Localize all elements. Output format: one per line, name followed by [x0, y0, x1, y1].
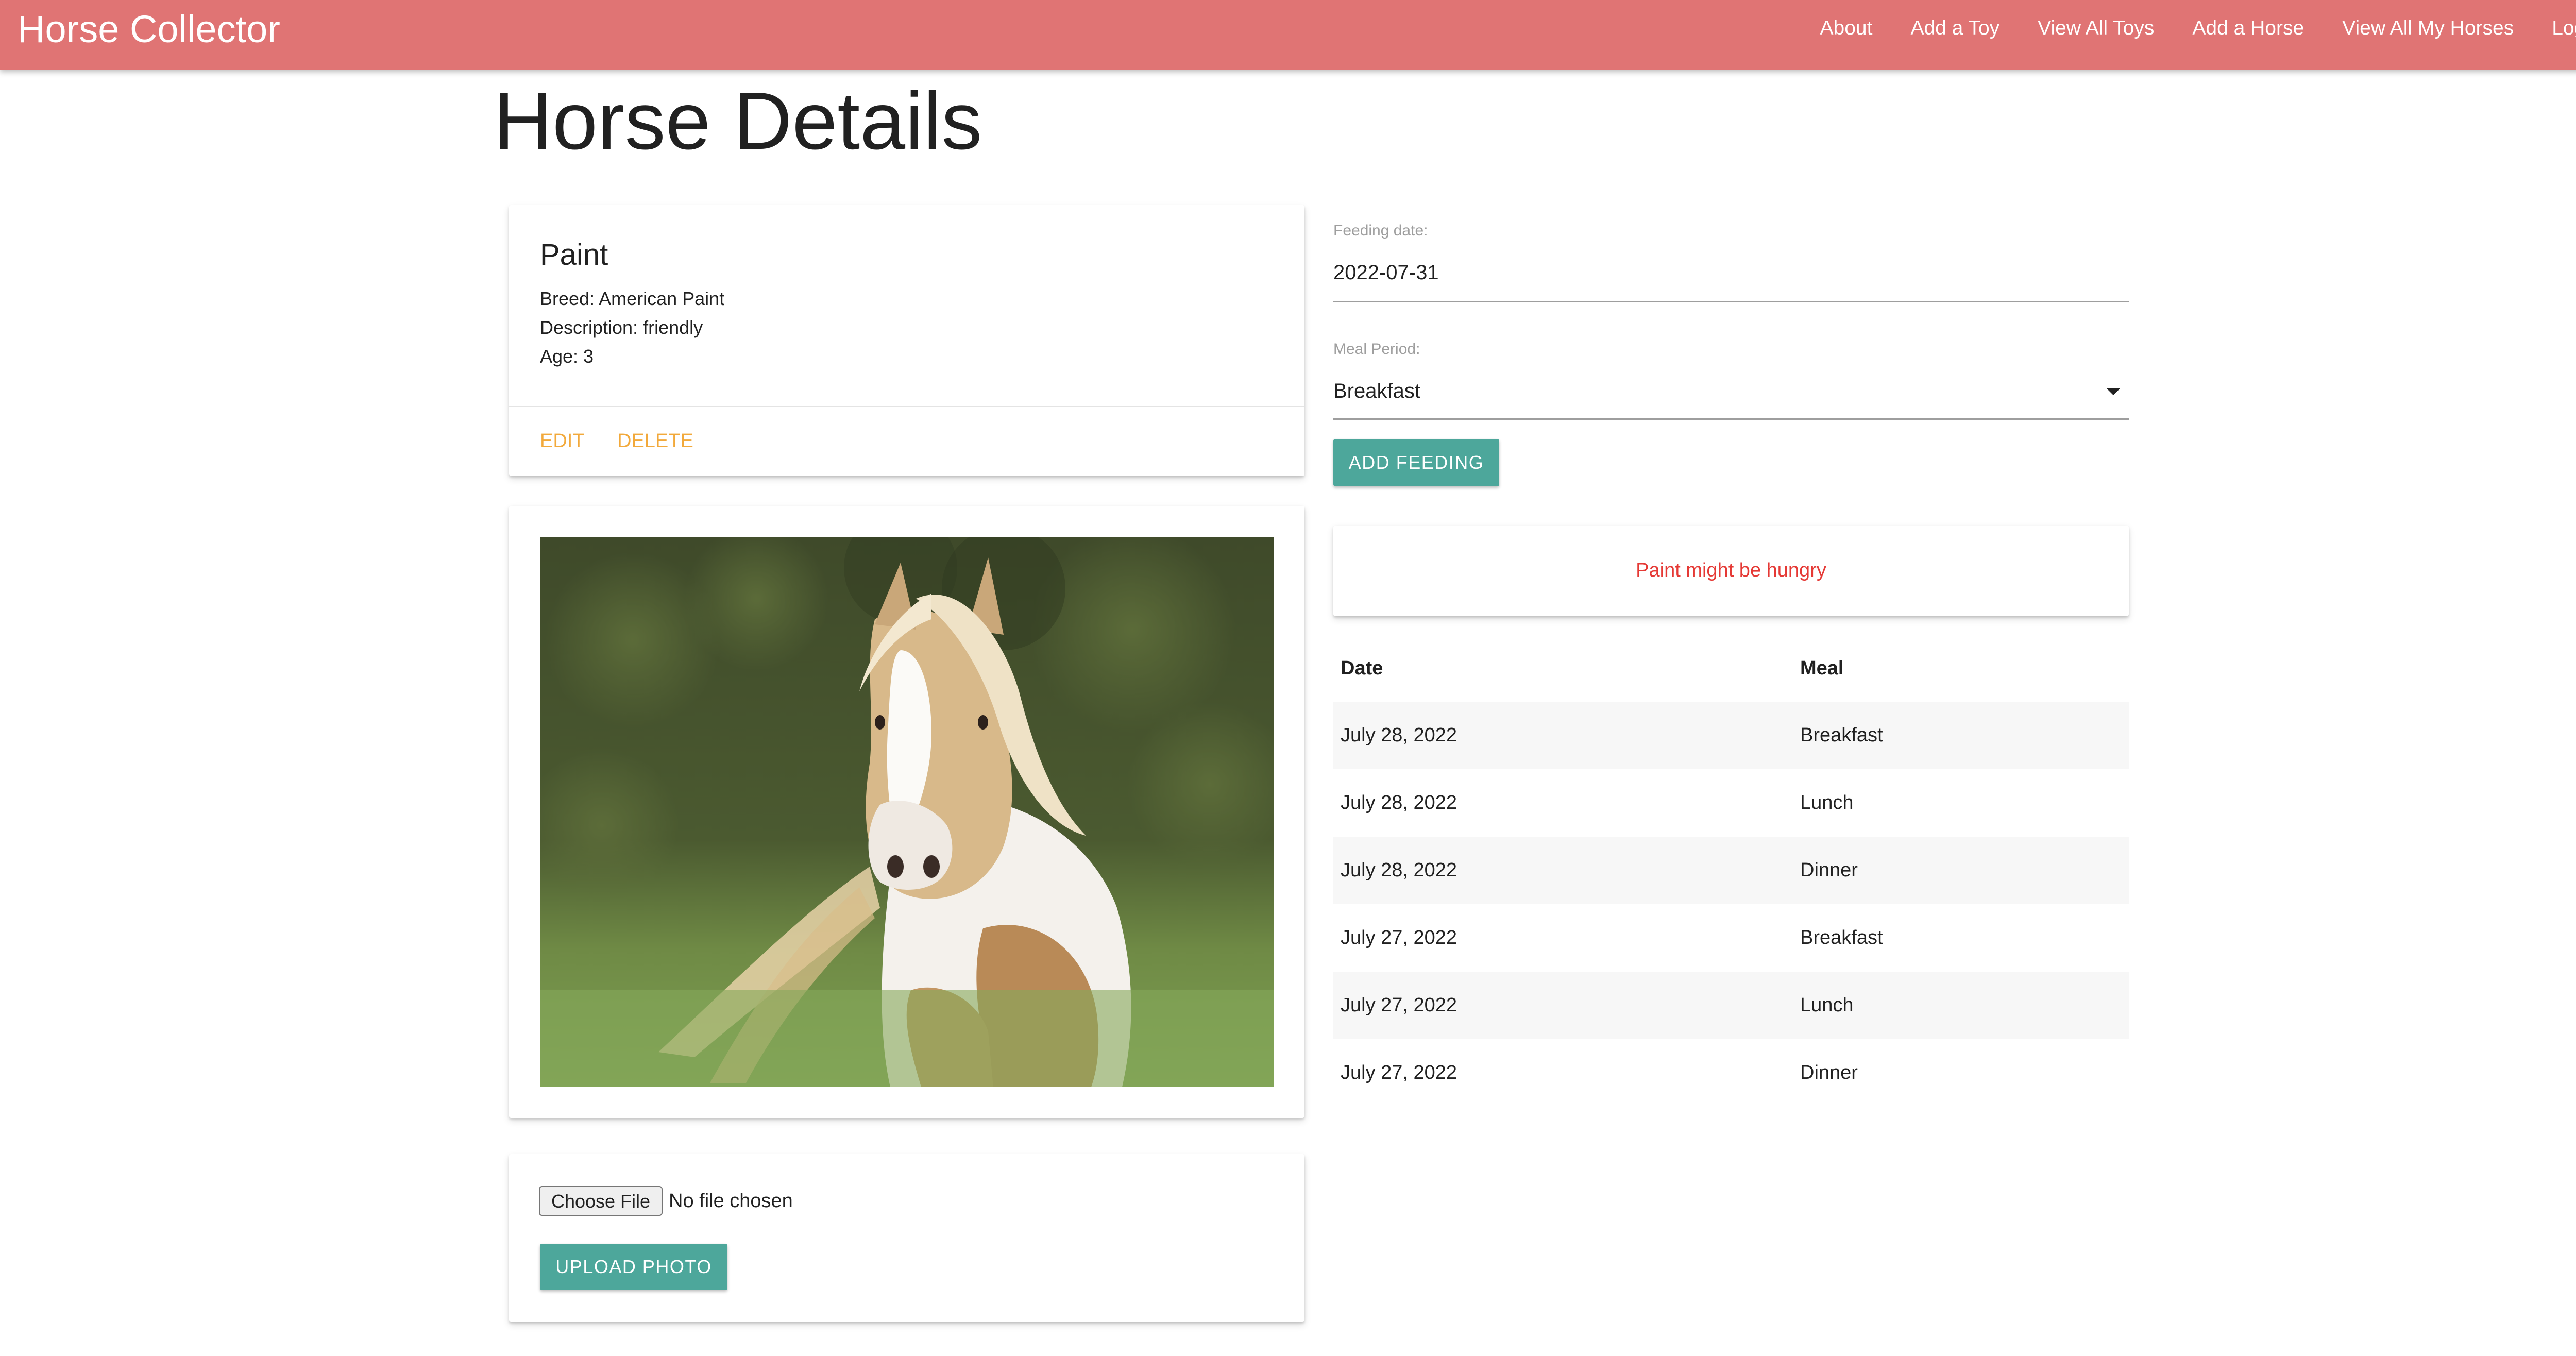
- table-cell-meal: Breakfast: [1800, 724, 1883, 746]
- nav-link-about[interactable]: About: [1801, 0, 1892, 57]
- horse-photo: [540, 537, 1274, 1087]
- feeding-date-underline: [1333, 301, 2129, 302]
- delete-link[interactable]: DELETE: [617, 430, 693, 452]
- table-cell-date: July 28, 2022: [1341, 859, 1458, 881]
- feeding-date-input[interactable]: 2022-07-31: [1333, 260, 1439, 285]
- table-header-date: Date: [1341, 657, 1383, 679]
- table-header-meal: Meal: [1800, 657, 1844, 679]
- table-cell-date: July 28, 2022: [1341, 792, 1458, 813]
- brand-logo[interactable]: Horse Collector: [18, 6, 280, 53]
- nav-link-add-toy[interactable]: Add a Toy: [1891, 0, 2019, 57]
- nav-links: About Add a Toy View All Toys Add a Hors…: [1801, 0, 2576, 57]
- hunger-status-message: Paint might be hungry: [1636, 560, 1826, 581]
- file-status: No file chosen: [669, 1190, 793, 1212]
- horse-info-card: Paint Breed: American Paint Description:…: [509, 205, 1304, 476]
- table-cell-date: July 27, 2022: [1341, 994, 1458, 1016]
- hunger-status-card: Paint might be hungry: [1333, 526, 2129, 616]
- feeding-date-label: Feeding date:: [1333, 222, 1428, 239]
- table-cell-meal: Dinner: [1800, 859, 1858, 881]
- horse-name: Paint: [540, 238, 608, 272]
- table-cell-date: July 28, 2022: [1341, 724, 1458, 746]
- nav-link-logout[interactable]: Log Out: [2533, 0, 2576, 57]
- horse-description: Description: friendly: [540, 317, 703, 338]
- table-row: July 28, 2022 Dinner: [1333, 837, 2129, 904]
- nav-link-view-toys[interactable]: View All Toys: [2019, 0, 2173, 57]
- meal-period-underline: [1333, 418, 2129, 420]
- horse-age: Age: 3: [540, 346, 594, 367]
- table-row: July 27, 2022 Dinner: [1333, 1039, 2129, 1107]
- table-row: July 28, 2022 Breakfast: [1333, 702, 2129, 769]
- horse-photo-card: [509, 506, 1304, 1118]
- horse-breed: Breed: American Paint: [540, 288, 725, 309]
- table-cell-date: July 27, 2022: [1341, 1062, 1458, 1083]
- table-row: July 27, 2022 Lunch: [1333, 972, 2129, 1039]
- table-cell-meal: Lunch: [1800, 792, 1854, 813]
- edit-link[interactable]: EDIT: [540, 430, 585, 452]
- table-cell-meal: Breakfast: [1800, 927, 1883, 948]
- upload-photo-button[interactable]: UPLOAD PHOTO: [540, 1244, 727, 1290]
- navbar: Horse Collector About Add a Toy View All…: [0, 0, 2576, 70]
- page-title: Horse Details: [494, 76, 982, 166]
- table-row: July 27, 2022 Breakfast: [1333, 904, 2129, 972]
- meal-period-select[interactable]: Breakfast: [1333, 378, 1420, 404]
- meal-period-label: Meal Period:: [1333, 341, 1420, 358]
- table-cell-meal: Dinner: [1800, 1062, 1858, 1083]
- table-cell-date: July 27, 2022: [1341, 927, 1458, 948]
- caret-down-icon[interactable]: [2107, 388, 2120, 395]
- table-row: July 28, 2022 Lunch: [1333, 769, 2129, 837]
- nav-link-add-horse[interactable]: Add a Horse: [2173, 0, 2323, 57]
- nav-link-view-horses[interactable]: View All My Horses: [2323, 0, 2533, 57]
- table-cell-meal: Lunch: [1800, 994, 1854, 1016]
- upload-photo-card: Choose File No file chosen UPLOAD PHOTO: [509, 1154, 1304, 1322]
- add-feeding-button[interactable]: ADD FEEDING: [1333, 439, 1499, 486]
- choose-file-button[interactable]: Choose File: [539, 1186, 663, 1216]
- card-divider: [509, 406, 1304, 407]
